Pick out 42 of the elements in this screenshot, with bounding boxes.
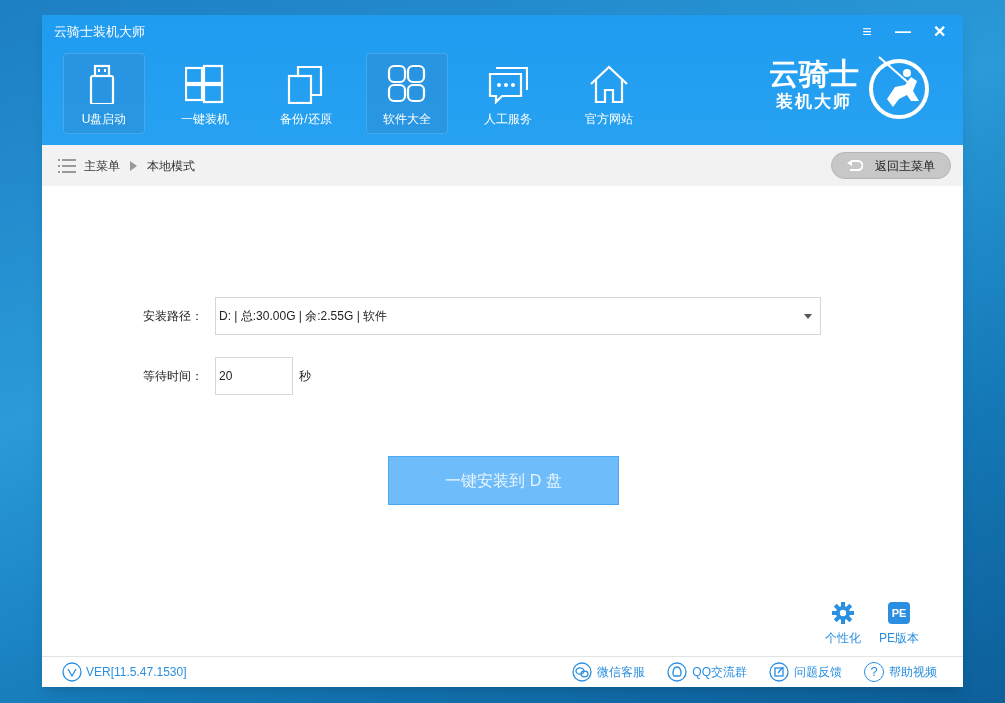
nav-tab[interactable]: 一键装机 [164, 53, 246, 134]
list-icon [58, 158, 76, 173]
breadcrumb-link[interactable]: 主菜单 [84, 156, 120, 175]
edit-icon [769, 662, 789, 682]
pe-icon: PE [888, 602, 910, 624]
field-label: 等待时间： [143, 368, 204, 385]
return-icon [847, 159, 863, 172]
app-grid-icon [387, 64, 427, 104]
footer-link[interactable]: 问题反馈 [769, 662, 842, 682]
tool-button[interactable]: 个性化 [825, 602, 861, 647]
chat-bubble-icon [488, 64, 528, 104]
version-icon [62, 662, 82, 682]
logo-subtitle: 装机大师 [776, 91, 852, 113]
dropdown-caret-icon [804, 313, 812, 319]
chevron-icon [130, 160, 137, 171]
close-button[interactable]: ✕ [925, 20, 953, 44]
window-grid-icon [185, 64, 225, 104]
nav-tab[interactable]: 备份/还原 [265, 53, 347, 134]
install-path-dropdown[interactable]: D: | 总:30.00G | 余:2.55G | 软件 [215, 297, 821, 335]
minimize-button[interactable]: — [889, 20, 917, 44]
footer-link[interactable]: 微信客服 [572, 662, 646, 682]
back-to-main-menu-button[interactable]: 返回主菜单 [831, 152, 951, 179]
nav-tab[interactable]: 人工服务 [467, 53, 549, 134]
window-title: 云骑士装机大师 [54, 23, 145, 42]
footer-link[interactable]: QQ交流群 [667, 662, 747, 682]
tool-button[interactable]: PE PE版本 [879, 602, 919, 647]
logo-text: 云骑士 [769, 57, 859, 91]
breadcrumb-link[interactable]: 本地模式 [147, 156, 195, 175]
footer-link[interactable]: ? 帮助视频 [864, 662, 937, 682]
nav-tab[interactable]: U盘启动 [63, 53, 145, 134]
menu-button[interactable]: ≡ [853, 20, 881, 44]
version-label: VER[11.5.47.1530] [86, 664, 187, 681]
house-icon [589, 64, 629, 104]
gear-icon [832, 602, 854, 624]
nav-tab[interactable]: 官方网站 [568, 53, 650, 134]
nav-tab[interactable]: 软件大全 [366, 53, 448, 134]
wechat-icon [572, 662, 593, 682]
unit-label: 秒 [299, 368, 311, 385]
penguin-icon [667, 662, 688, 682]
install-button[interactable]: 一键安装到 D 盘 [388, 456, 619, 505]
wait-time-input[interactable]: 20 [215, 357, 293, 395]
field-label: 安装路径： [143, 308, 204, 325]
